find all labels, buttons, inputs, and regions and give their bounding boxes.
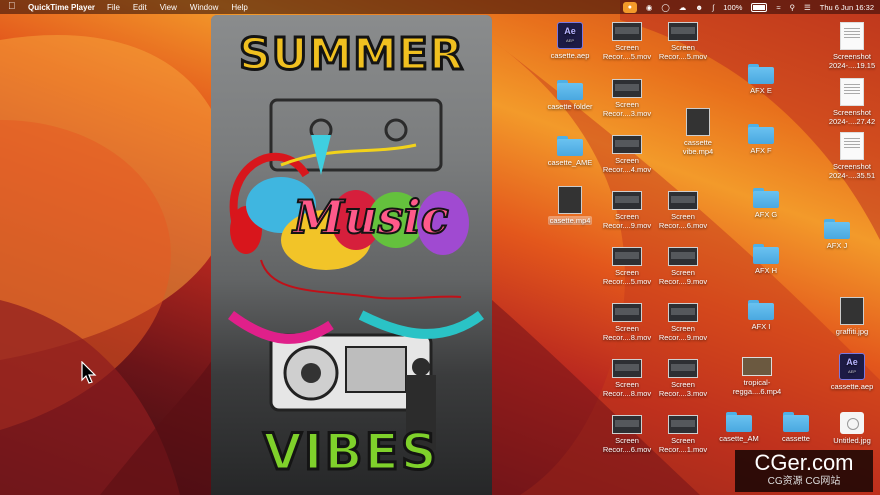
movie-file-icon (668, 191, 698, 210)
desktop-icon-folder-cassette[interactable]: cassette (766, 412, 826, 443)
creative-cloud-icon[interactable]: ◯ (661, 3, 669, 12)
screenshot-file-icon (840, 22, 864, 50)
desktop-icon-cassette-aep[interactable]: Ae AEP cassette.aep (822, 353, 880, 391)
desktop-icon-screenshot[interactable]: Screenshot 2024-....35.51 (822, 132, 880, 180)
movie-file-icon (612, 191, 642, 210)
desktop-icon-screen-recording[interactable]: Screen Recor....1.mov (653, 415, 713, 454)
record-icon[interactable]: ◉ (646, 3, 653, 12)
folder-icon (557, 136, 583, 156)
video-file-icon (686, 108, 710, 136)
folder-icon (824, 219, 850, 239)
desktop-icon-folder-afx-i[interactable]: AFX I (731, 300, 791, 331)
desktop-icon-folder-afx-f[interactable]: AFX F (731, 124, 791, 155)
microphone-icon[interactable]: ● (622, 1, 637, 13)
movie-file-icon (612, 79, 642, 98)
menu-window[interactable]: Window (190, 3, 218, 12)
desktop-icon-graffiti[interactable]: graffiti.jpg (822, 297, 880, 336)
desktop-icon-casette-aep[interactable]: Ae AEP casette.aep (540, 22, 600, 60)
folder-icon (783, 412, 809, 432)
desktop-icon-casette-mp4[interactable]: casette.mp4 (540, 186, 600, 225)
movie-file-icon (668, 22, 698, 41)
folder-icon (726, 412, 752, 432)
search-icon[interactable]: ⚲ (790, 3, 796, 12)
mouse-pointer-icon (81, 360, 97, 390)
menu-help[interactable]: Help (231, 3, 247, 12)
battery-percent: 100% (723, 2, 743, 12)
desktop-icon-screen-recording[interactable]: Screen Recor....9.mov (597, 191, 657, 230)
folder-icon (748, 300, 774, 320)
movie-file-icon (668, 359, 698, 378)
desktop-icon-folder-afx-h[interactable]: AFX H (736, 244, 796, 275)
video-title-summer: SUMMER (238, 28, 465, 82)
after-effects-file-icon: Ae AEP (557, 22, 583, 49)
control-center-icon[interactable]: ☰ (804, 3, 811, 12)
desktop-icon-screen-recording[interactable]: Screen Recor....9.mov (653, 303, 713, 342)
after-effects-file-icon: Ae AEP (839, 353, 865, 380)
desktop-icon-screen-recording[interactable]: Screen Recor....5.mov (653, 22, 713, 61)
menu-edit[interactable]: Edit (133, 3, 147, 12)
menu-file[interactable]: File (107, 3, 120, 12)
desktop-icon-untitled-jpg[interactable]: Untitled.jpg (822, 412, 880, 445)
movie-file-icon (612, 247, 642, 266)
clock[interactable]: Thu 6 Jun 16:32 (820, 3, 874, 12)
cloud-sync-icon[interactable]: ☁ (679, 3, 687, 12)
desktop-icon-screenshot[interactable]: Screenshot 2024-....19.15 (822, 22, 880, 70)
video-title-music: Music (292, 189, 450, 245)
desktop-icon-folder-casette[interactable]: casette folder (540, 80, 600, 111)
movie-file-icon (612, 415, 642, 434)
movie-file-icon (668, 247, 698, 266)
desktop-icon-folder-casette-ame[interactable]: casette_AME (540, 136, 600, 167)
video-file-icon (742, 357, 772, 376)
menu-view[interactable]: View (160, 3, 177, 12)
desktop-icon-cassette-vibe[interactable]: cassette vibe.mp4 (668, 108, 728, 156)
desktop-icon-screen-recording[interactable]: Screen Recor....8.mov (597, 359, 657, 398)
battery-icon[interactable] (751, 2, 768, 12)
folder-icon (748, 124, 774, 144)
app-name-menu[interactable]: QuickTime Player (28, 3, 95, 12)
desktop-icon-screen-recording[interactable]: Screen Recor....3.mov (597, 79, 657, 118)
folder-icon (753, 244, 779, 264)
movie-file-icon (612, 359, 642, 378)
image-file-icon (840, 412, 864, 434)
screenshot-file-icon (840, 132, 864, 160)
desktop-icon-folder-afx-j[interactable]: AFX J (807, 219, 867, 250)
desktop-icon-tropical-reggae[interactable]: tropical- regga....6.mp4 (727, 357, 787, 396)
desktop-icon-screen-recording[interactable]: Screen Recor....6.mov (653, 191, 713, 230)
desktop-icon-screen-recording[interactable]: Screen Recor....5.mov (597, 22, 657, 61)
video-file-icon (558, 186, 582, 214)
desktop-icon-folder-casette-am[interactable]: casette_AM (709, 412, 769, 443)
folder-icon (748, 64, 774, 84)
desktop-icon-screen-recording[interactable]: Screen Recor....4.mov (597, 135, 657, 174)
desktop-icon-screen-recording[interactable]: Screen Recor....8.mov (597, 303, 657, 342)
movie-file-icon (612, 303, 642, 322)
folder-icon (557, 80, 583, 100)
desktop-icon-screen-recording[interactable]: Screen Recor....3.mov (653, 359, 713, 398)
user-icon[interactable]: ☻ (695, 3, 703, 12)
desktop-icon-folder-afx-e[interactable]: AFX E (731, 64, 791, 95)
movie-file-icon (668, 303, 698, 322)
menu-bar:  QuickTime Player File Edit View Window… (0, 0, 880, 14)
folder-icon (753, 188, 779, 208)
desktop-icon-screenshot[interactable]: Screenshot 2024-....27.42 (822, 78, 880, 126)
wifi-icon[interactable]: ≈ (776, 3, 780, 12)
desktop-icon-screen-recording[interactable]: Screen Recor....5.mov (597, 247, 657, 286)
movie-file-icon (612, 22, 642, 41)
quicktime-player-window[interactable]: SUMMER Music VIBES (211, 15, 492, 495)
apple-menu-icon[interactable]:  (8, 2, 20, 12)
desktop-icon-folder-afx-g[interactable]: AFX G (736, 188, 796, 219)
movie-file-icon (612, 135, 642, 154)
movie-file-icon (668, 415, 698, 434)
screenshot-file-icon (840, 78, 864, 106)
desktop-icon-screen-recording[interactable]: Screen Recor....6.mov (597, 415, 657, 454)
video-title-vibes: VIBES (262, 422, 439, 483)
desktop-icon-screen-recording[interactable]: Screen Recor....9.mov (653, 247, 713, 286)
watermark: CGer.com CG资源 CG网站 (735, 450, 873, 492)
image-file-icon (840, 297, 864, 325)
bluetooth-icon[interactable]: ∫ (712, 3, 714, 12)
